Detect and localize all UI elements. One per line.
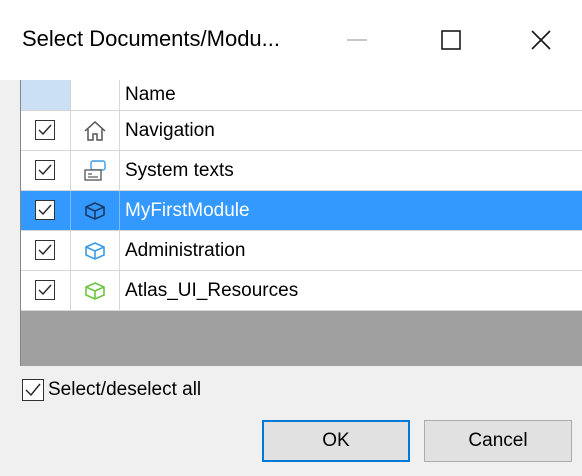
check-mark-icon	[38, 244, 52, 256]
row-name: Administration	[125, 240, 246, 261]
dialog-title: Select Documents/Modu...	[22, 26, 281, 51]
row-icon-cell	[71, 191, 120, 230]
table-row[interactable]: Administration	[21, 231, 582, 271]
module-box-icon	[85, 201, 105, 220]
header-name-column[interactable]: Name	[125, 84, 176, 106]
minimize-button[interactable]	[322, 12, 392, 68]
select-all-checkbox[interactable]	[22, 379, 44, 401]
table-row[interactable]: MyFirstModule	[21, 191, 582, 231]
check-mark-icon	[38, 164, 52, 176]
home-icon	[84, 120, 106, 141]
check-mark-icon	[25, 383, 41, 397]
minimize-icon	[347, 39, 367, 41]
row-icon-cell	[71, 271, 120, 310]
grid-header: Name	[21, 80, 582, 111]
check-mark-icon	[38, 284, 52, 296]
row-check-cell[interactable]	[21, 111, 71, 150]
row-checkbox[interactable]	[35, 120, 55, 140]
row-checkbox[interactable]	[35, 240, 55, 260]
table-row[interactable]: System texts	[21, 151, 582, 191]
header-icon-column	[71, 80, 120, 110]
close-icon	[531, 30, 551, 50]
maximize-button[interactable]	[416, 12, 486, 68]
close-button[interactable]	[506, 12, 576, 68]
row-icon-cell	[71, 231, 120, 270]
documents-grid[interactable]: Name Navigation System texts MyFirstModu…	[20, 80, 582, 366]
ok-button[interactable]: OK	[262, 420, 410, 462]
row-check-cell[interactable]	[21, 151, 71, 190]
select-all-label: Select/deselect all	[48, 379, 202, 400]
table-row[interactable]: Navigation	[21, 111, 582, 151]
row-check-cell[interactable]	[21, 191, 71, 230]
row-checkbox[interactable]	[35, 160, 55, 180]
cancel-button[interactable]: Cancel	[424, 420, 572, 462]
row-name: MyFirstModule	[125, 200, 250, 221]
row-checkbox[interactable]	[35, 200, 55, 220]
row-icon-cell	[71, 111, 120, 150]
row-name: Atlas_UI_Resources	[125, 280, 299, 301]
system-texts-icon	[84, 159, 106, 181]
row-icon-cell	[71, 151, 120, 190]
row-name: System texts	[125, 160, 234, 181]
row-name: Navigation	[125, 120, 215, 141]
select-all-toggle[interactable]: Select/deselect all	[22, 378, 201, 402]
table-row[interactable]: Atlas_UI_Resources	[21, 271, 582, 311]
module-box-icon	[85, 281, 105, 300]
check-mark-icon	[38, 124, 52, 136]
module-box-icon	[85, 241, 105, 260]
row-check-cell[interactable]	[21, 231, 71, 270]
row-check-cell[interactable]	[21, 271, 71, 310]
row-checkbox[interactable]	[35, 280, 55, 300]
header-check-column[interactable]	[21, 80, 71, 110]
check-mark-icon	[38, 204, 52, 216]
title-bar: Select Documents/Modu...	[0, 0, 582, 80]
maximize-icon	[441, 30, 461, 50]
